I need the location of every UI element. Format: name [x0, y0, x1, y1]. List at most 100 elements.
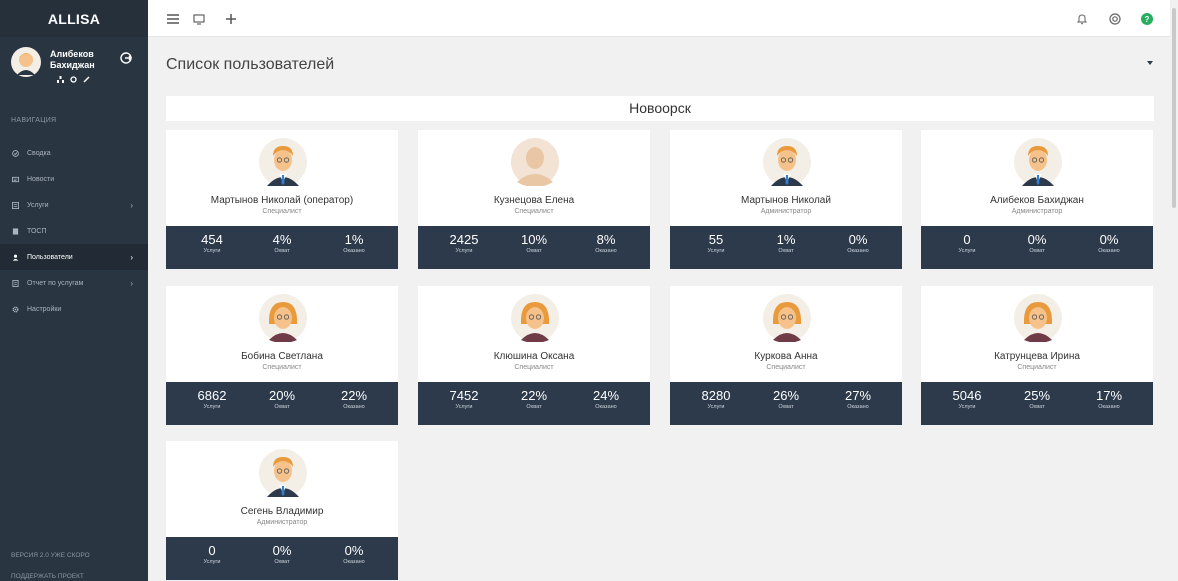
help-icon[interactable]: ? — [1140, 12, 1154, 26]
app-logo[interactable]: ALLISA — [0, 0, 148, 37]
user-name[interactable]: Бобина Светлана — [166, 351, 398, 362]
stat-value: 5046 — [952, 388, 982, 403]
user-stats: 454 Услуги 4% Охват 1% Оказано — [166, 226, 398, 269]
stat-value: 0% — [848, 232, 868, 247]
nav-heading: НАВИГАЦИЯ — [11, 117, 57, 124]
stat-provided: 24% Оказано — [588, 388, 624, 410]
stat-value: 8280 — [701, 388, 731, 403]
user-name[interactable]: Куркова Анна — [670, 351, 902, 362]
user-role: Администратор — [760, 208, 812, 215]
sidebar-item-services[interactable]: Услуги › — [0, 192, 148, 218]
stat-coverage: 25% Охват — [1019, 388, 1055, 410]
user-card[interactable]: Куркова Анна Специалист 8280 Услуги 26% Охват… — [670, 286, 902, 425]
sidebar-item-users[interactable]: Пользователи › — [0, 244, 148, 270]
stat-value: 0% — [1027, 232, 1047, 247]
sidebar-item-settings[interactable]: Настройки — [0, 296, 148, 322]
user-name[interactable]: Алибеков Бахиджан — [921, 195, 1153, 206]
lifebuoy-icon[interactable] — [1108, 12, 1122, 26]
sidebar-item-news[interactable]: Новости — [0, 166, 148, 192]
profile-name-line1: Алибеков — [50, 49, 94, 59]
profile-name: Алибеков Бахиджан — [50, 49, 110, 71]
stat-value: 0% — [1099, 232, 1119, 247]
stat-value: 6862 — [197, 388, 227, 403]
logout-icon[interactable] — [119, 51, 133, 65]
user-name[interactable]: Сегень Владимир — [166, 506, 398, 517]
stat-label: Охват — [526, 404, 542, 410]
stat-services: 2425 Услуги — [446, 232, 482, 254]
sidebar-item-report[interactable]: Отчет по услугам › — [0, 270, 148, 296]
user-name[interactable]: Клюшина Оксана — [418, 351, 650, 362]
stat-value: 0% — [272, 543, 292, 558]
user-card[interactable]: Кузнецова Елена Специалист 2425 Услуги 10% Ох… — [418, 130, 650, 269]
user-avatar — [259, 294, 307, 342]
stat-value: 27% — [844, 388, 872, 403]
plus-icon[interactable] — [224, 12, 238, 26]
user-role: Администратор — [1011, 208, 1063, 215]
stat-label: Услуги — [707, 248, 725, 254]
collapse-icon[interactable] — [1147, 60, 1153, 66]
user-stats: 7452 Услуги 22% Охват 24% Оказано — [418, 382, 650, 425]
news-icon — [12, 176, 19, 182]
stat-label: Услуги — [455, 248, 473, 254]
scrollbar[interactable] — [1170, 0, 1178, 581]
stat-label: Оказано — [1098, 404, 1120, 410]
user-name[interactable]: Кузнецова Елена — [418, 195, 650, 206]
user-avatar — [511, 294, 559, 342]
stat-coverage: 1% Охват — [768, 232, 804, 254]
user-name[interactable]: Катрунцева Ирина — [921, 351, 1153, 362]
stat-value: 25% — [1023, 388, 1051, 403]
sidebar-item-tosp[interactable]: ТОСП — [0, 218, 148, 244]
pencil-icon[interactable] — [83, 76, 90, 83]
user-role: Специалист — [1017, 364, 1057, 371]
stat-services: 0 Услуги — [194, 543, 230, 565]
dashboard-icon — [12, 149, 19, 157]
group-header: Новоорск — [166, 96, 1154, 121]
chevron-right-icon: › — [130, 279, 133, 288]
user-stats: 2425 Услуги 10% Охват 8% Оказано — [418, 226, 650, 269]
user-card[interactable]: Катрунцева Ирина Специалист 5046 Услуги 25% О… — [921, 286, 1153, 425]
stat-label: Оказано — [847, 248, 869, 254]
stat-coverage: 20% Охват — [264, 388, 300, 410]
sidebar-item-label: ТОСП — [27, 227, 47, 235]
version-link[interactable]: ВЕРСИЯ 2.0 УЖЕ СКОРО — [11, 552, 90, 559]
sidebar-item-summary[interactable]: Сводка — [0, 140, 148, 166]
user-card[interactable]: Алибеков Бахиджан Администратор 0 Услуги 0% О… — [921, 130, 1153, 269]
stat-label: Услуги — [958, 404, 976, 410]
hierarchy-icon[interactable] — [57, 76, 64, 83]
stat-value: 22% — [340, 388, 368, 403]
stat-services: 55 Услуги — [698, 232, 734, 254]
stat-label: Оказано — [1098, 248, 1120, 254]
stat-coverage: 10% Охват — [516, 232, 552, 254]
user-avatar — [1014, 294, 1062, 342]
stat-value: 1% — [776, 232, 796, 247]
stat-label: Услуги — [455, 404, 473, 410]
user-card[interactable]: Бобина Светлана Специалист 6862 Услуги 20% Ох… — [166, 286, 398, 425]
user-name[interactable]: Мартынов Николай — [670, 195, 902, 206]
bell-icon[interactable] — [1075, 12, 1089, 26]
menu-icon[interactable] — [166, 12, 180, 26]
support-link[interactable]: ПОДДЕРЖАТЬ ПРОЕКТ — [11, 573, 84, 580]
user-name[interactable]: Мартынов Николай (оператор) — [166, 195, 398, 206]
user-card[interactable]: Мартынов Николай Администратор 55 Услуги 1% О… — [670, 130, 902, 269]
sidebar-item-label: Отчет по услугам — [27, 279, 84, 287]
user-card[interactable]: Сегень Владимир Администратор 0 Услуги 0% Охв… — [166, 441, 398, 580]
profile-avatar[interactable] — [11, 47, 41, 77]
stat-label: Охват — [778, 404, 794, 410]
stat-value: 10% — [520, 232, 548, 247]
stat-value: 0% — [344, 543, 364, 558]
page-title: Список пользователей — [166, 56, 335, 73]
user-stats: 0 Услуги 0% Охват 0% Оказано — [166, 537, 398, 580]
stat-value: 20% — [268, 388, 296, 403]
stat-coverage: 4% Охват — [264, 232, 300, 254]
stat-label: Услуги — [203, 248, 221, 254]
chevron-right-icon: › — [130, 201, 133, 210]
stat-label: Услуги — [203, 559, 221, 565]
user-card[interactable]: Мартынов Николай (оператор) Специалист 454… — [166, 130, 398, 269]
gear-icon[interactable] — [70, 76, 77, 83]
stat-label: Услуги — [203, 404, 221, 410]
stat-label: Охват — [274, 404, 290, 410]
monitor-icon[interactable] — [192, 12, 206, 26]
stat-services: 5046 Услуги — [949, 388, 985, 410]
scrollbar-thumb[interactable] — [1172, 8, 1176, 208]
user-card[interactable]: Клюшина Оксана Специалист 7452 Услуги 22% Охв… — [418, 286, 650, 425]
